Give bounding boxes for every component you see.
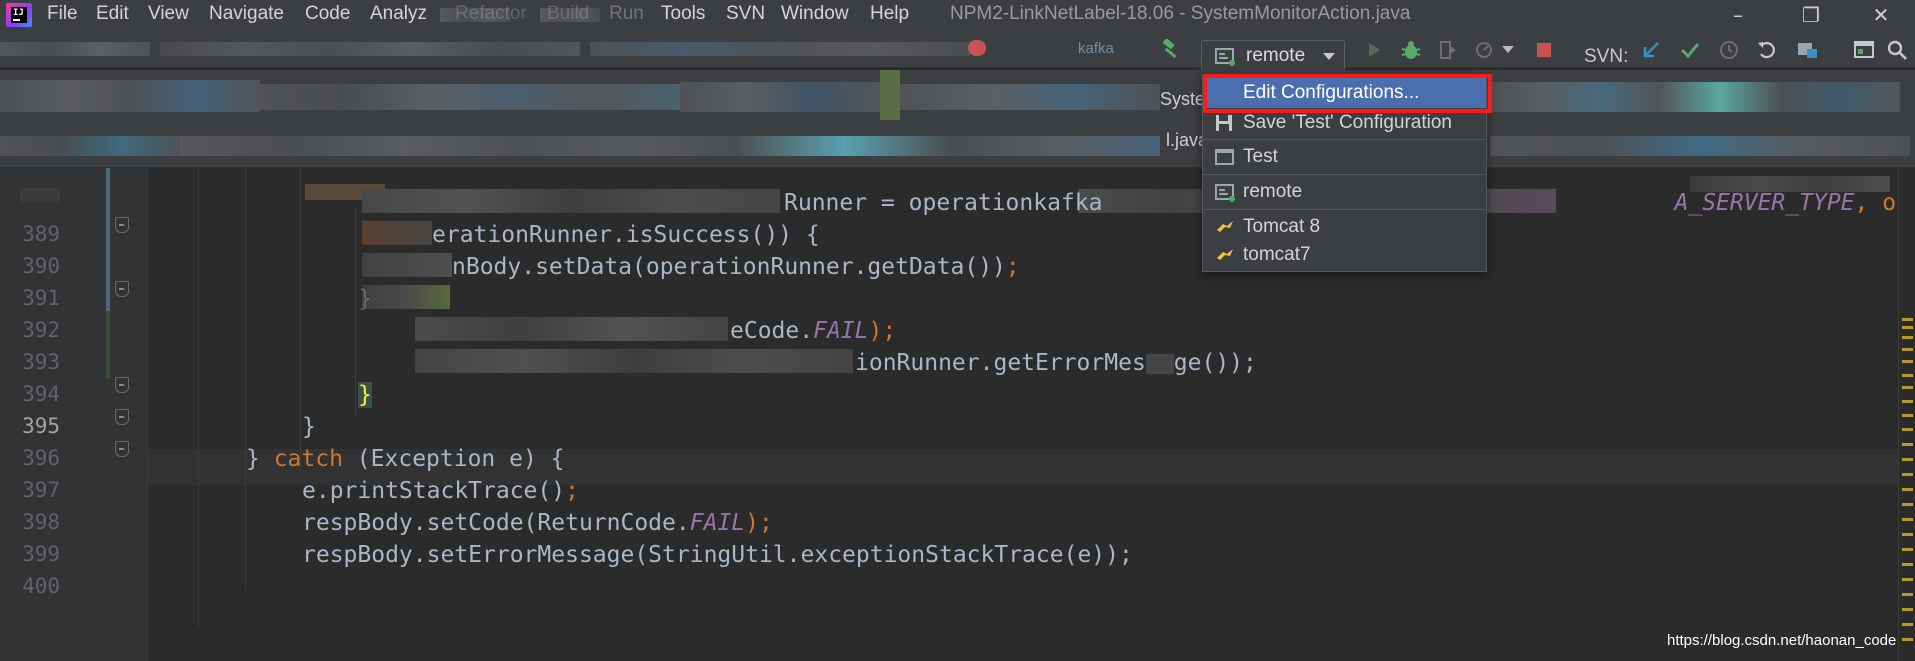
minimize-icon[interactable]: – xyxy=(1713,0,1763,30)
code-line: erationRunner.isSuccess()) { xyxy=(432,222,820,248)
line-number: 400 xyxy=(22,574,60,598)
line-number: 390 xyxy=(22,254,60,278)
menu-code[interactable]: Code xyxy=(305,3,350,25)
svn-label: SVN: xyxy=(1584,46,1629,67)
remote-config-icon xyxy=(1215,183,1237,207)
stop-icon[interactable] xyxy=(1531,37,1557,63)
run-configuration-dropdown[interactable]: remote xyxy=(1201,40,1345,71)
breadcrumb-blur xyxy=(590,42,970,56)
tomcat-icon xyxy=(1215,218,1235,240)
chevron-down-icon xyxy=(1323,53,1335,60)
menu-run[interactable]: Run xyxy=(609,3,644,25)
vcs-changed-marker xyxy=(106,311,110,379)
line-number: 398 xyxy=(22,510,60,534)
line-number: 389 xyxy=(22,222,60,246)
fold-marker-icon[interactable] xyxy=(115,217,129,233)
code-line: } xyxy=(358,286,372,312)
line-number: 394 xyxy=(22,382,60,406)
tab-stub-system[interactable]: Syste xyxy=(1160,89,1205,110)
popup-item-test[interactable]: Test xyxy=(1203,142,1486,172)
maximize-icon[interactable]: ❐ xyxy=(1786,0,1836,30)
menu-refactor[interactable]: Refactor xyxy=(455,3,527,25)
close-icon[interactable]: ✕ xyxy=(1856,0,1906,30)
menu-build[interactable]: Build xyxy=(547,3,589,25)
fold-marker-icon[interactable] xyxy=(115,377,129,393)
line-number-current: 395 xyxy=(22,414,60,438)
breadcrumb-blur xyxy=(160,42,580,56)
line-number: 396 xyxy=(22,446,60,470)
menu-edit[interactable]: Edit xyxy=(96,3,129,25)
code-line: } xyxy=(302,414,316,440)
fold-marker-icon[interactable] xyxy=(115,441,129,457)
search-icon[interactable] xyxy=(1884,37,1910,63)
more-run-options-chevron-down-icon[interactable] xyxy=(1500,37,1516,63)
menu-tools[interactable]: Tools xyxy=(661,3,705,25)
line-number: 397 xyxy=(22,478,60,502)
popup-item-remote[interactable]: remote xyxy=(1203,177,1486,207)
code-line: eCode.FAIL); xyxy=(730,318,897,344)
menu-navigate[interactable]: Navigate xyxy=(209,3,284,25)
popup-separator xyxy=(1203,139,1486,140)
line-number: 393 xyxy=(22,350,60,374)
navigation-bar-blurred xyxy=(0,70,1915,124)
watermark-text: https://blog.csdn.net/haonan_code xyxy=(1667,632,1897,649)
code-line-current: } xyxy=(358,382,372,408)
remote-config-icon xyxy=(1215,47,1237,71)
line-number: 391 xyxy=(22,286,60,310)
menu-view[interactable]: View xyxy=(148,3,189,25)
popup-item-tomcat7[interactable]: tomcat7 xyxy=(1203,240,1486,270)
menu-bar: IJ File Edit View Navigate Code Analyz R… xyxy=(0,0,1915,30)
code-line: } catch (Exception e) { xyxy=(246,446,565,472)
editor-scrollbar[interactable] xyxy=(1898,168,1915,661)
highlight-annotation-frame xyxy=(1203,74,1492,113)
save-icon xyxy=(1215,114,1233,136)
project-structure-icon[interactable] xyxy=(1795,37,1821,63)
tomcat-icon xyxy=(1215,246,1235,268)
intellij-logo-icon: IJ xyxy=(6,3,32,27)
coverage-icon[interactable] xyxy=(1435,37,1461,63)
code-editor[interactable]: 389 390 391 392 393 394 395 396 397 398 … xyxy=(0,168,1915,661)
line-number: 399 xyxy=(22,542,60,566)
run-icon[interactable] xyxy=(1361,37,1387,63)
history-clock-icon[interactable] xyxy=(1716,37,1742,63)
menu-analyze[interactable]: Analyz xyxy=(370,3,427,25)
breadcrumb-blur xyxy=(0,42,150,56)
vcs-changed-marker xyxy=(106,168,110,311)
debug-bug-icon[interactable] xyxy=(1398,37,1424,63)
menu-svn[interactable]: SVN xyxy=(726,3,765,25)
menu-help[interactable]: Help xyxy=(870,3,909,25)
code-line: e.printStackTrace(); xyxy=(302,478,579,504)
terminal-window-icon[interactable] xyxy=(1851,37,1877,63)
code-line: nBody.setData(operationRunner.getData())… xyxy=(452,254,1020,280)
svn-update-arrow-icon[interactable] xyxy=(1638,37,1664,63)
code-line: respBody.setErrorMessage(StringUtil.exce… xyxy=(302,542,1133,568)
popup-item-tomcat8[interactable]: Tomcat 8 xyxy=(1203,212,1486,242)
line-number: 392 xyxy=(22,318,60,342)
window-title: NPM2-LinkNetLabel-18.06 - SystemMonitorA… xyxy=(950,3,1411,24)
run-configuration-label: remote xyxy=(1246,45,1306,66)
test-config-icon xyxy=(1215,148,1235,170)
breadcrumb-kafka[interactable]: kafka xyxy=(1078,40,1114,57)
code-line: ionRunner.getErrorMes ge()); xyxy=(855,350,1257,376)
rollback-undo-icon[interactable] xyxy=(1754,37,1780,63)
fold-marker-icon[interactable] xyxy=(115,409,129,425)
build-hammer-icon[interactable] xyxy=(1158,37,1184,63)
svn-commit-check-icon[interactable] xyxy=(1677,37,1703,63)
code-line: respBody.setCode(ReturnCode.FAIL); xyxy=(302,510,773,536)
profile-icon[interactable] xyxy=(1472,37,1498,63)
menu-window[interactable]: Window xyxy=(781,3,849,25)
menu-file[interactable]: File xyxy=(47,3,78,25)
editor-tabs-blurred xyxy=(0,124,1915,168)
popup-separator xyxy=(1203,174,1486,175)
popup-separator xyxy=(1203,209,1486,210)
fold-marker-icon[interactable] xyxy=(115,281,129,297)
breadcrumb-blur xyxy=(968,40,986,56)
